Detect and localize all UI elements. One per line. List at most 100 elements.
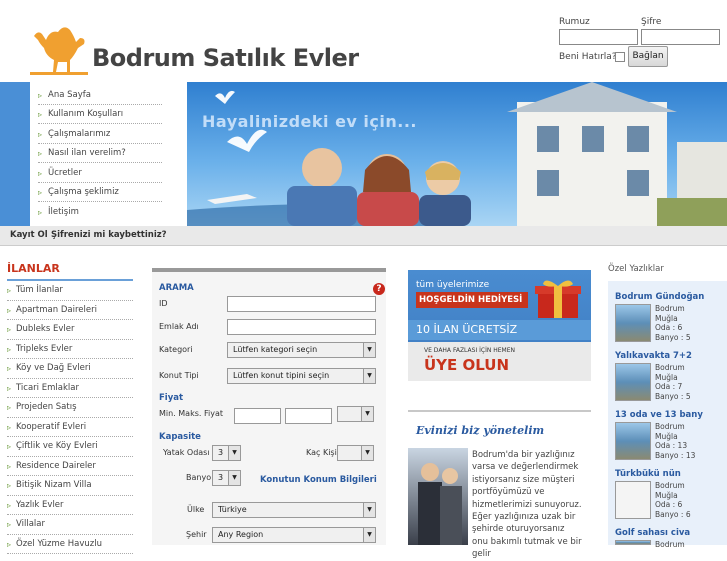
category-item[interactable]: Yazlık Evler bbox=[7, 496, 133, 515]
promo-divider bbox=[408, 410, 591, 412]
username-label: Rumuz bbox=[559, 17, 590, 27]
nav-strip bbox=[0, 82, 30, 226]
category-item[interactable]: Residence Daireler bbox=[7, 457, 133, 476]
special-item-name[interactable]: Golf sahası civa bbox=[615, 528, 690, 538]
sehir-value: Any Region bbox=[218, 530, 264, 539]
max-price-input[interactable] bbox=[285, 408, 332, 424]
ulke-value: Türkiye bbox=[218, 505, 247, 514]
sehir-select[interactable]: Any Region ▼ bbox=[212, 527, 376, 543]
hero-illustration bbox=[187, 82, 727, 226]
agents-photo bbox=[408, 448, 468, 545]
category-item[interactable]: Özel Yüzme Havuzlu bbox=[7, 535, 133, 554]
search-title: ARAMA bbox=[159, 283, 194, 293]
chevron-down-icon: ▼ bbox=[361, 446, 373, 460]
camel-logo-icon[interactable] bbox=[30, 16, 88, 76]
chevron-down-icon: ▼ bbox=[363, 503, 375, 517]
category-item[interactable]: Ticari Emlaklar bbox=[7, 379, 133, 398]
sehir-label: Şehir bbox=[186, 530, 207, 539]
chevron-down-icon: ▼ bbox=[363, 369, 375, 383]
kapasite-title: Kapasite bbox=[159, 432, 201, 442]
gift-icon bbox=[533, 276, 583, 320]
promo-line1: tüm üyelerimize bbox=[416, 280, 490, 290]
category-item[interactable]: Projeden Satış bbox=[7, 398, 133, 418]
special-item-thumb[interactable] bbox=[615, 481, 651, 519]
category-item[interactable]: Dubleks Evler bbox=[7, 320, 133, 340]
konut-value: Lütfen konut tipini seçin bbox=[233, 371, 330, 380]
banyo-value: 3 bbox=[218, 473, 224, 482]
yatak-select[interactable]: 3 ▼ bbox=[212, 445, 241, 461]
banner-headline: Hayalinizdeki ev için... bbox=[202, 112, 418, 131]
promo-line5: ÜYE OLUN bbox=[424, 356, 510, 374]
nav-item-works[interactable]: Çalışmalarımız bbox=[38, 125, 162, 144]
nav-item-fees[interactable]: Ücretler bbox=[38, 164, 162, 183]
username-input[interactable] bbox=[559, 29, 638, 45]
password-input[interactable] bbox=[641, 29, 720, 45]
special-item-name[interactable]: Türkbükü nün bbox=[615, 469, 681, 479]
special-item-info: Bodrum Muğla Oda : 6 Banyo : 6 bbox=[655, 481, 691, 519]
chevron-down-icon: ▼ bbox=[363, 528, 375, 542]
nav-item-method[interactable]: Çalışma şeklimiz bbox=[38, 183, 162, 202]
remember-checkbox[interactable] bbox=[615, 52, 625, 62]
nav-item-home[interactable]: Ana Sayfa bbox=[38, 86, 162, 105]
special-item-thumb[interactable] bbox=[615, 363, 651, 401]
category-item[interactable]: Kooperatif Evleri bbox=[7, 418, 133, 437]
fiyat-label: Min. Maks. Fiyat bbox=[159, 409, 223, 418]
manage-title: Evinizi biz yönetelim bbox=[416, 424, 545, 437]
special-item-info: Bodrum Muğla Oda : 13 Banyo : 13 bbox=[655, 422, 696, 460]
special-item-thumb[interactable] bbox=[615, 540, 651, 545]
special-item-name[interactable]: Yalıkavakta 7+2 bbox=[615, 351, 692, 361]
ulke-select[interactable]: Türkiye ▼ bbox=[212, 502, 376, 518]
konut-label: Konut Tipi bbox=[159, 371, 199, 380]
chevron-down-icon: ▼ bbox=[363, 343, 375, 357]
category-item[interactable]: Tripleks Evler bbox=[7, 340, 133, 359]
kategori-value: Lütfen kategori seçin bbox=[233, 345, 318, 354]
category-item[interactable]: Bitişik Nizam Villa bbox=[7, 476, 133, 496]
chevron-down-icon: ▼ bbox=[228, 471, 240, 485]
special-item-thumb[interactable] bbox=[615, 422, 651, 460]
fiyat-title: Fiyat bbox=[159, 393, 184, 403]
special-item-thumb[interactable] bbox=[615, 304, 651, 342]
password-label: Şifre bbox=[641, 17, 662, 27]
kac-kisi-label: Kaç Kişi bbox=[306, 448, 337, 457]
remember-label: Beni Hatırla? bbox=[559, 52, 617, 62]
banyo-select[interactable]: 3 ▼ bbox=[212, 470, 241, 486]
category-item[interactable]: Köy ve Dağ Evleri bbox=[7, 359, 133, 379]
special-item-name[interactable]: Bodrum Gündoğan bbox=[615, 292, 704, 302]
kategori-select[interactable]: Lütfen kategori seçin ▼ bbox=[227, 342, 376, 358]
category-item[interactable]: Apartman Daireleri bbox=[7, 301, 133, 320]
category-item[interactable]: Tüm İlanlar bbox=[7, 281, 133, 301]
forgot-password-link[interactable]: Şifrenizi mi kaybettiniz? bbox=[51, 230, 167, 240]
site-title[interactable]: Bodrum Satılık Evler bbox=[92, 44, 359, 72]
yatak-label: Yatak Odası bbox=[163, 448, 210, 457]
currency-select[interactable]: ▼ bbox=[337, 406, 374, 422]
special-item-name[interactable]: 13 oda ve 13 bany bbox=[615, 410, 703, 420]
kac-kisi-select[interactable]: ▼ bbox=[337, 445, 374, 461]
special-item-info: Bodrum Muğla Oda : 6 Banyo : 5 bbox=[655, 304, 691, 342]
yatak-value: 3 bbox=[218, 448, 224, 457]
category-item[interactable]: Villalar bbox=[7, 515, 133, 535]
special-item-info: Bodrum Muğla Oda : 7 Banyo : 5 bbox=[655, 363, 691, 401]
manage-text: Bodrum'da bir yazlığınız varsa ve değerl… bbox=[472, 450, 582, 560]
help-icon[interactable]: ? bbox=[373, 283, 385, 295]
listings-title: İLANLAR bbox=[7, 262, 60, 275]
nav-item-terms[interactable]: Kullanım Koşulları bbox=[38, 105, 162, 124]
promo-line2: HOŞGELDİN HEDİYESİ bbox=[416, 292, 528, 308]
min-price-input[interactable] bbox=[234, 408, 281, 424]
chevron-down-icon: ▼ bbox=[361, 407, 373, 421]
id-label: ID bbox=[159, 299, 168, 308]
hero-banner bbox=[187, 82, 727, 226]
ulke-label: Ülke bbox=[187, 505, 205, 514]
nav-item-how-to[interactable]: Nasıl ilan verelim? bbox=[38, 144, 162, 163]
id-input[interactable] bbox=[227, 296, 376, 312]
konut-select[interactable]: Lütfen konut tipini seçin ▼ bbox=[227, 368, 376, 384]
emlak-input[interactable] bbox=[227, 319, 376, 335]
login-button[interactable]: Bağlan bbox=[628, 46, 668, 67]
location-info-link[interactable]: Konutun Konum Bilgileri bbox=[260, 475, 377, 485]
nav-item-contact[interactable]: İletişim bbox=[38, 203, 162, 222]
category-item[interactable]: Çiftlik ve Köy Evleri bbox=[7, 437, 133, 457]
register-link[interactable]: Kayıt Ol bbox=[10, 230, 48, 240]
promo-banner[interactable]: tüm üyelerimize HOŞGELDİN HEDİYESİ 10 İL… bbox=[408, 270, 591, 381]
banyo-label: Banyo bbox=[186, 473, 212, 482]
emlak-label: Emlak Adı bbox=[159, 322, 199, 331]
special-title: Özel Yazlıklar bbox=[608, 264, 664, 274]
